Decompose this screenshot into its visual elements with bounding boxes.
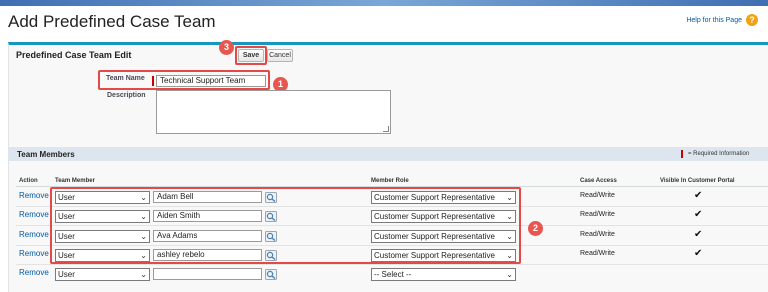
check-icon: ✔ (694, 190, 703, 201)
column-header-visible-portal: Visible In Customer Portal (660, 178, 735, 184)
member-role-select[interactable]: -- Select -- ⌄ (371, 268, 516, 281)
team-name-highlight (98, 70, 270, 90)
callout-badge-3: 3 (219, 40, 234, 55)
case-access-value: Read/Write (580, 231, 615, 238)
column-header-case-access: Case Access (580, 178, 617, 184)
required-info-text: = Required Information (688, 151, 750, 157)
column-header-member-role: Member Role (371, 178, 409, 184)
cancel-button[interactable]: Cancel (267, 49, 293, 62)
member-type-select[interactable]: User ⌄ (55, 268, 150, 281)
chevron-down-icon: ⌄ (506, 270, 513, 279)
top-band (0, 0, 768, 6)
save-highlight (235, 46, 267, 65)
help-link[interactable]: Help for this Page (686, 17, 742, 24)
remove-link[interactable]: Remove (19, 230, 49, 239)
check-icon: ✔ (694, 248, 703, 259)
remove-link[interactable]: Remove (19, 249, 49, 258)
description-label: Description (107, 92, 146, 99)
remove-link[interactable]: Remove (19, 210, 49, 219)
column-header-team-member: Team Member (55, 178, 95, 184)
row-divider (16, 264, 768, 265)
resize-handle[interactable] (383, 126, 389, 132)
team-member-input[interactable] (153, 268, 262, 280)
case-access-value: Read/Write (580, 250, 615, 257)
case-access-value: Read/Write (580, 211, 615, 218)
check-icon: ✔ (694, 229, 703, 240)
page-title: Add Predefined Case Team (8, 12, 216, 31)
column-header-action: Action (19, 178, 38, 184)
check-icon: ✔ (694, 209, 703, 220)
team-members-highlight (50, 187, 521, 264)
team-members-title: Team Members (17, 150, 75, 159)
callout-badge-2: 2 (528, 221, 543, 236)
remove-link[interactable]: Remove (19, 191, 49, 200)
help-icon[interactable]: ? (746, 14, 758, 26)
chevron-down-icon: ⌄ (140, 270, 147, 279)
lookup-icon[interactable] (265, 269, 277, 280)
description-textarea[interactable] (156, 90, 391, 134)
remove-link[interactable]: Remove (19, 268, 49, 277)
form-title: Predefined Case Team Edit (16, 50, 132, 60)
required-indicator-legend (681, 150, 683, 158)
team-members-section (8, 147, 768, 161)
case-access-value: Read/Write (580, 192, 615, 199)
